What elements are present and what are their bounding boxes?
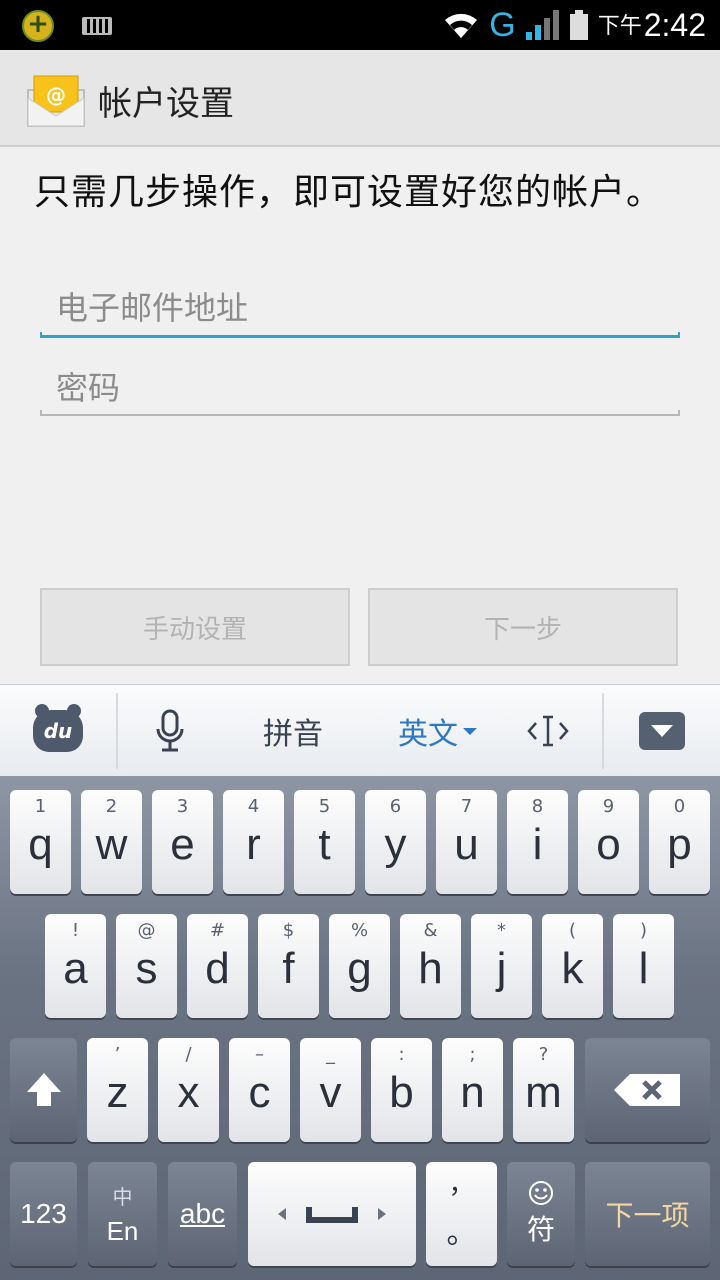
wifi-icon xyxy=(445,13,478,38)
toolbar-divider xyxy=(602,693,604,769)
lang-top-label: 中 xyxy=(112,1185,133,1209)
key-b[interactable]: :b xyxy=(371,1038,432,1142)
language-switch-key[interactable]: 中 En xyxy=(88,1162,157,1266)
keyboard-icon xyxy=(82,17,112,35)
network-type: G xyxy=(489,5,516,44)
key-y[interactable]: 6y xyxy=(365,790,426,894)
key-x[interactable]: / x xyxy=(158,1038,219,1142)
hide-keyboard-button[interactable] xyxy=(636,685,688,777)
smiley-icon xyxy=(529,1181,553,1205)
key-i[interactable]: 8i xyxy=(507,790,568,894)
svg-text:@: @ xyxy=(46,83,66,107)
baidu-ime-logo-icon[interactable]: du xyxy=(30,685,86,777)
soft-keyboard: 1q 2w 3e 4r 5t 6y 7u 8i 9o 0p ! a @ s # d $… xyxy=(0,776,720,1280)
pinyin-mode-button[interactable]: 拼音 xyxy=(248,685,338,777)
password-field-underline xyxy=(40,410,680,416)
chevron-down-icon xyxy=(639,712,685,750)
cursor-left-icon xyxy=(278,1208,286,1220)
key-h[interactable]: & h xyxy=(400,914,461,1018)
abc-key[interactable]: abc xyxy=(168,1162,237,1266)
key-c[interactable]: – c xyxy=(229,1038,290,1142)
cursor-control-icon[interactable] xyxy=(520,685,576,777)
english-label: 英文 xyxy=(398,717,458,752)
dropdown-arrow-icon xyxy=(463,728,477,735)
shift-key[interactable] xyxy=(10,1038,77,1142)
password-field[interactable] xyxy=(40,358,680,418)
lang-bottom-label: En xyxy=(106,1216,139,1246)
next-item-key[interactable]: 下一项 xyxy=(585,1162,710,1266)
microphone-icon[interactable] xyxy=(148,685,192,777)
key-j[interactable]: * j xyxy=(471,914,532,1018)
pinyin-label: 拼音 xyxy=(263,717,323,752)
page-title: 帐户设置 xyxy=(98,84,234,124)
key-p[interactable]: 0p xyxy=(649,790,710,894)
email-field-underline xyxy=(40,332,680,338)
shift-arrow-icon xyxy=(26,1073,61,1106)
numbers-key[interactable]: 123 xyxy=(10,1162,77,1266)
key-t[interactable]: 5t xyxy=(294,790,355,894)
backspace-icon xyxy=(613,1074,680,1106)
email-app-icon[interactable]: @ xyxy=(26,72,86,128)
time: 2:42 xyxy=(643,6,706,43)
key-a[interactable]: ! a xyxy=(45,914,106,1018)
punctuation-key[interactable]: ， 。 xyxy=(426,1162,497,1266)
key-o[interactable]: 9o xyxy=(578,790,639,894)
key-g[interactable]: % g xyxy=(329,914,390,1018)
time-period: 下午 xyxy=(597,13,642,39)
space-key[interactable] xyxy=(248,1162,416,1266)
key-z[interactable]: ’ z xyxy=(87,1038,148,1142)
signal-icon xyxy=(525,10,559,40)
key-m[interactable]: ? m xyxy=(513,1038,574,1142)
key-v[interactable]: _ v xyxy=(300,1038,361,1142)
key-k[interactable]: (k xyxy=(542,914,603,1018)
action-bar: @ 帐户设置 xyxy=(0,50,720,147)
key-u[interactable]: 7u xyxy=(436,790,497,894)
key-s[interactable]: @ s xyxy=(116,914,177,1018)
status-bar: G 下午 2:42 xyxy=(0,0,720,50)
english-mode-button[interactable]: 英文 xyxy=(388,685,488,777)
key-q[interactable]: 1q xyxy=(10,790,71,894)
key-d[interactable]: # d xyxy=(187,914,248,1018)
manual-setup-button[interactable]: 手动设置 xyxy=(40,588,350,666)
key-l[interactable]: ) l xyxy=(613,914,674,1018)
backspace-key[interactable] xyxy=(585,1038,710,1142)
email-field[interactable] xyxy=(40,278,680,338)
key-n[interactable]: ; n xyxy=(442,1038,503,1142)
battery-icon xyxy=(569,10,588,40)
key-f[interactable]: $ f xyxy=(258,914,319,1018)
space-bar-icon xyxy=(306,1207,358,1223)
symbols-key[interactable]: 符 xyxy=(507,1162,575,1266)
key-r[interactable]: 4r xyxy=(223,790,284,894)
next-button[interactable]: 下一步 xyxy=(368,588,678,666)
toolbar-divider xyxy=(116,693,118,769)
app-notification-icon xyxy=(22,9,54,42)
cursor-right-icon xyxy=(378,1208,386,1220)
intro-text: 只需几步操作，即可设置好您的帐户。 xyxy=(34,172,664,213)
symbols-label: 符 xyxy=(526,1213,555,1246)
key-e[interactable]: 3e xyxy=(152,790,213,894)
ime-toolbar: du 拼音 英文 xyxy=(0,684,720,778)
clock: 下午 2:42 xyxy=(598,7,706,44)
key-w[interactable]: 2w xyxy=(81,790,142,894)
